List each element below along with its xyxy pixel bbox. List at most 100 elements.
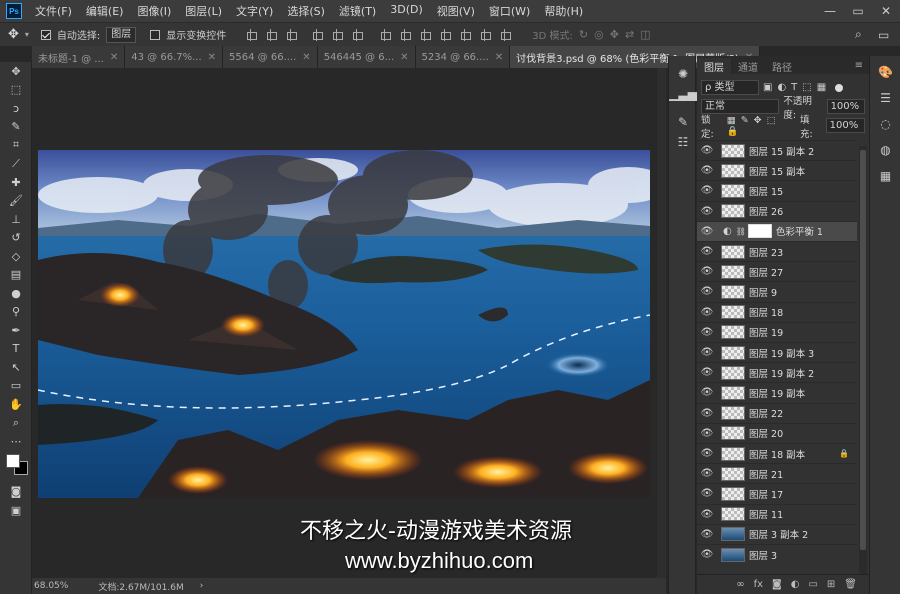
layer-row[interactable]: 👁 图层 18 副本 🔒	[697, 443, 857, 463]
layer-row[interactable]: 👁 图层 20	[697, 422, 857, 443]
clone-stamp-tool-icon[interactable]: ⊥	[0, 210, 32, 229]
layer-row[interactable]: 👁 图层 19 副本 3	[697, 342, 857, 362]
foreground-color-swatch[interactable]	[6, 453, 20, 468]
document-tab[interactable]: 5234 @ 66.... ✕	[415, 46, 511, 68]
canvas-vertical-scrollbar[interactable]	[657, 68, 666, 578]
visibility-eye-icon[interactable]: 👁	[697, 428, 717, 439]
layers-scrollbar[interactable]	[859, 146, 867, 586]
libraries-panel-icon[interactable]: ◍	[870, 140, 900, 160]
menu-item[interactable]: 文件(F)	[28, 3, 79, 19]
delete-layer-icon[interactable]: 🗑	[844, 579, 857, 590]
visibility-eye-icon[interactable]: 👁	[697, 206, 717, 217]
status-expand-icon[interactable]: ›	[200, 581, 204, 591]
menu-item[interactable]: 选择(S)	[280, 3, 332, 19]
move-tool-icon[interactable]: ✥	[8, 27, 19, 42]
visibility-eye-icon[interactable]: 👁	[697, 529, 717, 540]
layer-row[interactable]: 👁 图层 27	[697, 261, 857, 281]
crop-tool-icon[interactable]: ⌗	[0, 136, 32, 155]
menu-item[interactable]: 3D(D)	[383, 3, 430, 19]
visibility-eye-icon[interactable]: 👁	[697, 145, 717, 156]
align-hcenter-icon[interactable]	[330, 28, 344, 42]
align-bottom-icon[interactable]	[284, 28, 298, 42]
visibility-eye-icon[interactable]: 👁	[697, 468, 717, 479]
menu-item[interactable]: 帮助(H)	[537, 3, 590, 19]
visibility-eye-icon[interactable]: 👁	[697, 347, 717, 358]
pen-tool-icon[interactable]: ✒	[0, 321, 32, 340]
distribute-vcenter-icon[interactable]	[398, 28, 412, 42]
menu-item[interactable]: 编辑(E)	[79, 3, 131, 19]
eyedropper-tool-icon[interactable]: ⟋	[0, 155, 32, 174]
distribute-bottom-icon[interactable]	[418, 28, 432, 42]
filter-toggle-icon[interactable]	[835, 83, 844, 92]
document-tab[interactable]: 43 @ 66.7%... ✕	[125, 46, 224, 68]
align-left-icon[interactable]	[310, 28, 324, 42]
panel-menu-icon[interactable]: ≡	[855, 58, 863, 74]
healing-brush-tool-icon[interactable]: ✚	[0, 173, 32, 192]
close-tab-icon[interactable]: ✕	[208, 52, 216, 63]
opacity-input[interactable]: 100%	[826, 99, 865, 114]
layer-mask-thumbnail[interactable]	[747, 224, 772, 239]
quick-select-tool-icon[interactable]: ✎	[0, 118, 32, 137]
more-tools-icon[interactable]: ⋯	[0, 432, 32, 451]
layer-row[interactable]: 👁 图层 23	[697, 241, 857, 261]
layer-row[interactable]: 👁 图层 9	[697, 281, 857, 301]
patterns-panel-icon[interactable]: ▦	[870, 166, 900, 186]
minimize-button[interactable]: —	[816, 0, 844, 22]
visibility-eye-icon[interactable]: 👁	[697, 488, 717, 499]
layer-row[interactable]: 👁 ◐ ⛓ 色彩平衡 1	[697, 220, 857, 241]
layer-row[interactable]: 👁 图层 15	[697, 180, 857, 200]
layer-row[interactable]: 👁 图层 26	[697, 200, 857, 221]
type-tool-icon[interactable]: T	[0, 340, 32, 359]
path-select-tool-icon[interactable]: ↖	[0, 358, 32, 377]
auto-align-icon[interactable]	[498, 28, 512, 42]
layer-row[interactable]: 👁 图层 17	[697, 483, 857, 503]
panel-tab[interactable]: 图层	[697, 58, 731, 74]
zoom-tool-icon[interactable]: ⌕	[0, 414, 32, 433]
learn-panel-icon[interactable]: ◌	[870, 114, 900, 134]
layer-row[interactable]: 👁 图层 15 副本 2	[697, 140, 857, 160]
artwork-canvas[interactable]	[38, 150, 650, 498]
blur-tool-icon[interactable]: ●	[0, 284, 32, 303]
quick-mask-icon[interactable]: ◙	[0, 483, 32, 502]
visibility-eye-icon[interactable]: 👁	[697, 327, 717, 338]
distribute-hcenter-icon[interactable]	[458, 28, 472, 42]
menu-item[interactable]: 滤镜(T)	[332, 3, 383, 19]
auto-select-checkbox[interactable]	[40, 29, 51, 40]
close-tab-icon[interactable]: ✕	[110, 52, 118, 63]
visibility-eye-icon[interactable]: 👁	[697, 226, 717, 237]
distribute-left-icon[interactable]	[438, 28, 452, 42]
layer-style-icon[interactable]: fx	[754, 579, 763, 590]
menu-item[interactable]: 图像(I)	[130, 3, 178, 19]
menu-item[interactable]: 窗口(W)	[482, 3, 537, 19]
panel-tab[interactable]: 通道	[731, 58, 765, 74]
layer-row[interactable]: 👁 图层 19	[697, 321, 857, 342]
marquee-tool-icon[interactable]: ⬚	[0, 81, 32, 100]
visibility-eye-icon[interactable]: 👁	[697, 367, 717, 378]
align-top-icon[interactable]	[244, 28, 258, 42]
properties-icon[interactable]: ☷	[669, 132, 697, 152]
document-tab[interactable]: 546445 @ 6... ✕	[317, 46, 416, 68]
layer-row[interactable]: 👁 图层 19 副本 2	[697, 362, 857, 382]
hand-tool-icon[interactable]: ✋	[0, 395, 32, 414]
layer-row[interactable]: 👁 图层 15 副本	[697, 160, 857, 180]
visibility-eye-icon[interactable]: 👁	[697, 246, 717, 257]
menu-item[interactable]: 图层(L)	[178, 3, 229, 19]
show-transform-checkbox[interactable]	[150, 29, 161, 40]
panel-tab[interactable]: 路径	[765, 58, 799, 74]
brush-tool-icon[interactable]: 🖌	[0, 192, 32, 211]
new-layer-icon[interactable]: ⊞	[827, 579, 835, 590]
visibility-eye-icon[interactable]: 👁	[697, 549, 717, 560]
workspace-icon[interactable]: ▭	[878, 28, 889, 42]
eraser-tool-icon[interactable]: ◇	[0, 247, 32, 266]
link-layers-icon[interactable]: ∞	[736, 579, 744, 590]
document-tab[interactable]: 未标题-1 @ ... ✕	[32, 46, 126, 68]
visibility-eye-icon[interactable]: 👁	[697, 286, 717, 297]
close-tab-icon[interactable]: ✕	[302, 52, 310, 63]
menu-item[interactable]: 视图(V)	[430, 3, 482, 19]
layer-filter-select[interactable]: ρ 类型	[701, 80, 759, 95]
distribute-top-icon[interactable]	[378, 28, 392, 42]
brush-settings-icon[interactable]: ✎	[669, 112, 697, 132]
distribute-right-icon[interactable]	[478, 28, 492, 42]
fill-input[interactable]: 100%	[825, 118, 865, 133]
visibility-eye-icon[interactable]: 👁	[697, 165, 717, 176]
